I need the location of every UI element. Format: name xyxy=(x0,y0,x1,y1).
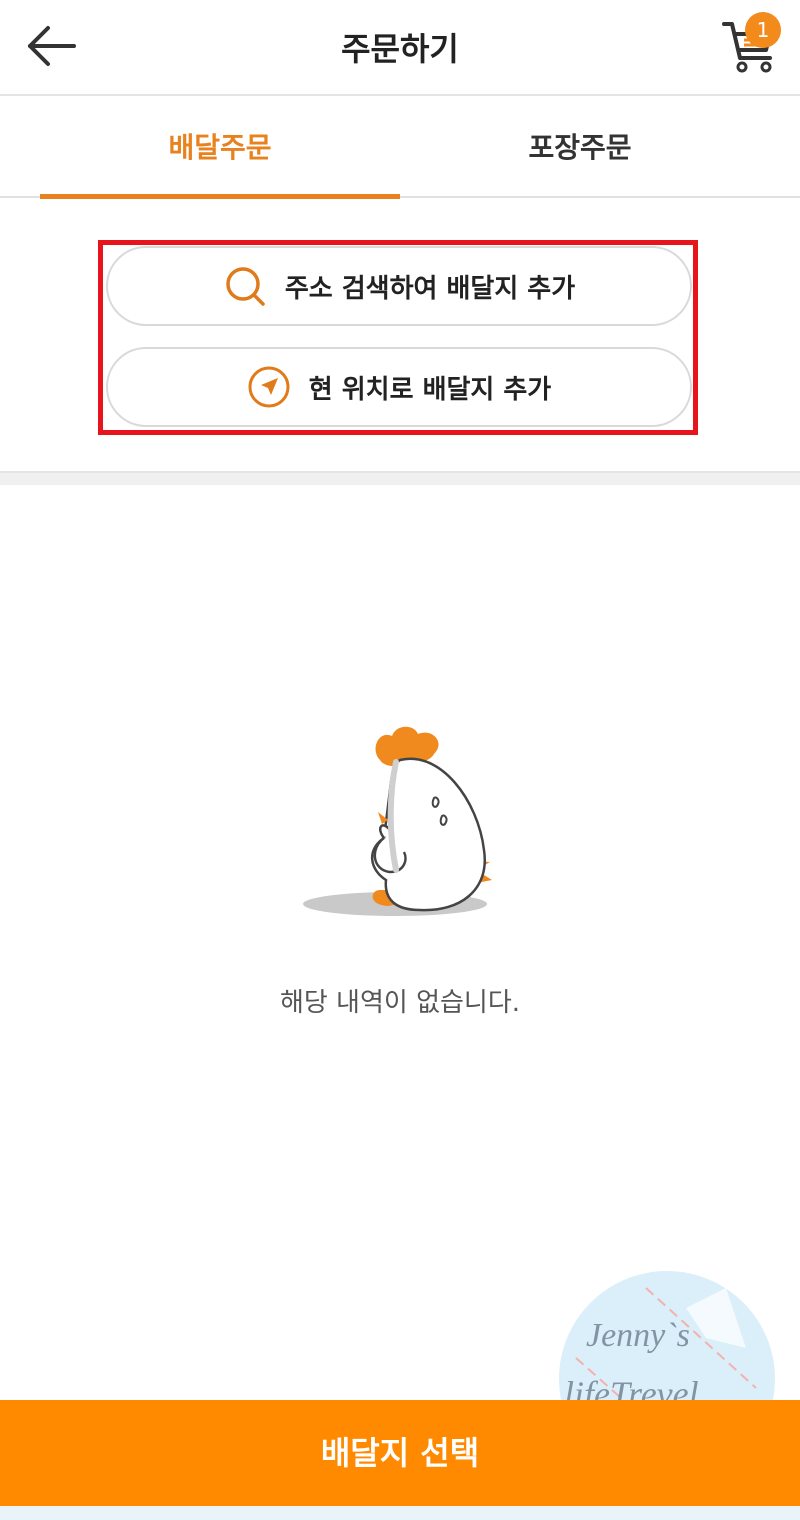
cart-count-badge: 1 xyxy=(745,12,781,48)
sad-chicken-mascot xyxy=(303,726,492,916)
watermark-line-1: Jenny`s xyxy=(586,1317,690,1354)
select-delivery-address-button[interactable]: 배달지 선택 xyxy=(0,1400,800,1506)
bottom-strip xyxy=(0,1506,800,1520)
search-address-button[interactable]: 주소 검색하여 배달지 추가 xyxy=(106,246,692,326)
search-icon xyxy=(226,267,265,306)
page-title: 주문하기 xyxy=(341,30,459,68)
order-page: 주문하기 1 배달주문 포장주문 주소 검색하여 배달지 추가 현 위치로 배달… xyxy=(0,0,800,1520)
current-location-button[interactable]: 현 위치로 배달지 추가 xyxy=(106,347,692,427)
active-tab-indicator xyxy=(40,194,400,199)
search-address-label: 주소 검색하여 배달지 추가 xyxy=(284,273,576,304)
address-actions-section: 주소 검색하여 배달지 추가 현 위치로 배달지 추가 xyxy=(0,200,800,472)
location-arrow-icon xyxy=(248,366,290,408)
tab-delivery-order[interactable]: 배달주문 xyxy=(20,96,420,198)
tab-takeout-order[interactable]: 포장주문 xyxy=(380,96,780,198)
order-type-tabs: 배달주문 포장주문 xyxy=(0,96,800,199)
current-location-label: 현 위치로 배달지 추가 xyxy=(308,374,552,405)
app-header: 주문하기 1 xyxy=(0,0,800,96)
empty-state-message: 해당 내역이 없습니다. xyxy=(279,988,521,1018)
section-divider xyxy=(0,471,800,485)
